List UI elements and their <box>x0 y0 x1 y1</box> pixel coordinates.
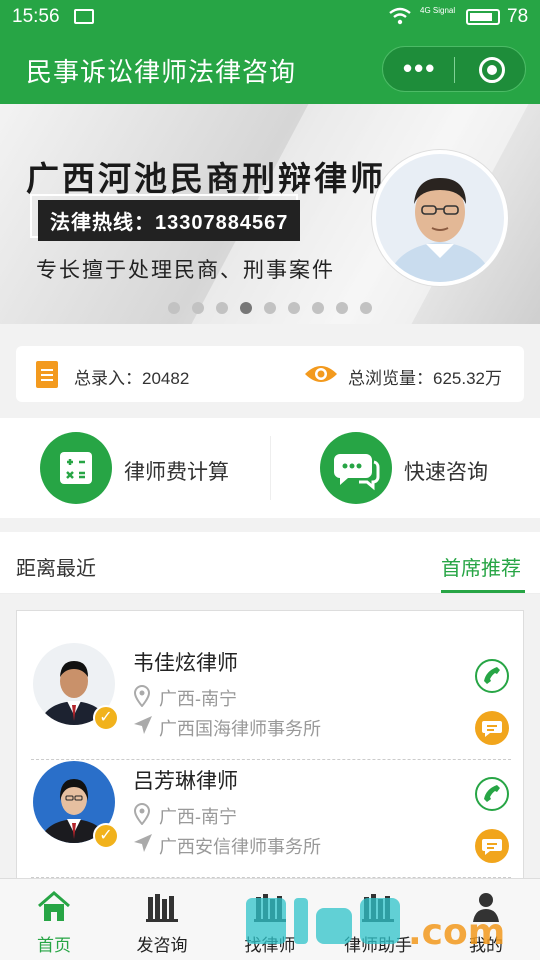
banner-description: 专长擅于处理民商、刑事案件 <box>36 259 335 282</box>
status-time: 15:56 <box>12 6 60 27</box>
pagination-dot[interactable] <box>288 302 300 314</box>
quick-actions-divider <box>270 436 271 500</box>
banner-hotline: 法律热线：13307884567 <box>38 200 301 241</box>
home-icon <box>37 891 71 923</box>
nav-label: 律师助手 <box>344 936 412 955</box>
nav-lawyer-assistant[interactable]: 律师助手 <box>324 879 432 960</box>
lawyer-firm: 广西安信律师事务所 <box>159 837 321 857</box>
lawyer-name: 吕芳琳律师 <box>133 770 238 793</box>
fee-calculator-button[interactable]: 律师费计算 <box>40 432 240 504</box>
banner-title: 广西河池民商刑辩律师 <box>26 159 386 198</box>
nav-label: 发咨询 <box>136 936 188 955</box>
capsule-divider <box>454 57 455 83</box>
lawyer-card[interactable]: ✓ 韦佳炫律师 广西-南宁 广西国海律师事务所 <box>17 629 523 760</box>
calculator-icon <box>40 432 112 504</box>
books-icon <box>361 891 395 923</box>
app-title: 民事诉讼律师法律咨询 <box>26 57 297 87</box>
tab-nearest[interactable]: 距离最近 <box>16 552 96 581</box>
books-icon <box>253 891 287 923</box>
fee-calculator-label: 律师费计算 <box>124 461 229 484</box>
pagination-dot[interactable] <box>360 302 372 314</box>
call-button[interactable] <box>475 659 509 693</box>
pagination-dot-active[interactable] <box>240 302 252 314</box>
stats-card: 总录入：20482 总浏览量：625.32万 <box>16 346 524 402</box>
navigation-arrow-icon <box>133 833 153 853</box>
pagination-dot[interactable] <box>192 302 204 314</box>
lawyer-location: 广西-南宁 <box>159 807 237 827</box>
quick-consult-label: 快速咨询 <box>404 461 488 484</box>
wifi-icon <box>388 7 412 30</box>
signal-label: 4G Signal <box>420 6 456 15</box>
banner-pagination <box>168 302 372 314</box>
lawyer-portrait <box>372 150 508 286</box>
nav-label: 首页 <box>37 936 71 955</box>
nav-consult[interactable]: 发咨询 <box>108 879 216 960</box>
bottom-nav: 首页 发咨询 找律师 律师助手 我的 <box>0 878 540 960</box>
verified-badge-icon: ✓ <box>93 705 119 731</box>
lawyer-location: 广西-南宁 <box>159 689 237 709</box>
pagination-dot[interactable] <box>264 302 276 314</box>
user-icon <box>469 891 503 923</box>
quick-actions: 律师费计算 快速咨询 <box>0 418 540 518</box>
nav-find-lawyer[interactable]: 找律师 <box>216 879 324 960</box>
nav-label: 我的 <box>469 936 503 955</box>
pagination-dot[interactable] <box>336 302 348 314</box>
verified-badge-icon: ✓ <box>93 823 119 849</box>
lawyer-card[interactable]: ✓ 吕芳琳律师 广西-南宁 广西安信律师事务所 <box>17 747 523 878</box>
message-button[interactable] <box>475 711 509 745</box>
books-icon <box>145 891 179 923</box>
location-pin-icon <box>133 802 151 826</box>
pagination-dot[interactable] <box>216 302 228 314</box>
active-tab-indicator <box>441 590 525 593</box>
top-bar: 15:56 4G Signal 78 民事诉讼律师法律咨询 ••• <box>0 0 540 104</box>
navigation-arrow-icon <box>133 715 153 735</box>
nav-home[interactable]: 首页 <box>0 879 108 960</box>
call-button[interactable] <box>475 777 509 811</box>
pagination-dot[interactable] <box>168 302 180 314</box>
message-button[interactable] <box>475 829 509 863</box>
total-entries: 总录入：20482 <box>74 369 190 388</box>
lawyer-name: 韦佳炫律师 <box>133 652 238 675</box>
lawyer-list: ✓ 韦佳炫律师 广西-南宁 广西国海律师事务所 ✓ 吕芳琳律师 广西-南宁 广西… <box>16 610 524 890</box>
total-views: 总浏览量：625.32万 <box>348 369 502 388</box>
battery-level: 78 <box>507 6 529 27</box>
pagination-dot[interactable] <box>312 302 324 314</box>
tab-featured[interactable]: 首席推荐 <box>441 552 521 581</box>
nav-label: 找律师 <box>244 936 296 955</box>
location-pin-icon <box>133 684 151 708</box>
more-options-button[interactable]: ••• <box>403 53 436 84</box>
document-icon <box>36 361 58 388</box>
eye-icon <box>304 364 338 384</box>
lawyer-tabs: 距离最近 首席推荐 <box>0 532 540 594</box>
mini-program-capsule: ••• <box>382 46 526 92</box>
gallery-icon <box>74 9 94 24</box>
promo-banner[interactable]: 广西河池民商刑辩律师 法律热线：13307884567 专长擅于处理民商、刑事案… <box>0 104 540 324</box>
quick-consult-button[interactable]: 快速咨询 <box>320 432 520 504</box>
nav-profile[interactable]: 我的 <box>432 879 540 960</box>
battery-icon <box>466 9 500 25</box>
chat-bubbles-icon <box>320 432 392 504</box>
lawyer-firm: 广西国海律师事务所 <box>159 719 321 739</box>
close-mini-program-button[interactable] <box>479 57 505 83</box>
status-bar: 15:56 4G Signal 78 <box>0 0 540 34</box>
